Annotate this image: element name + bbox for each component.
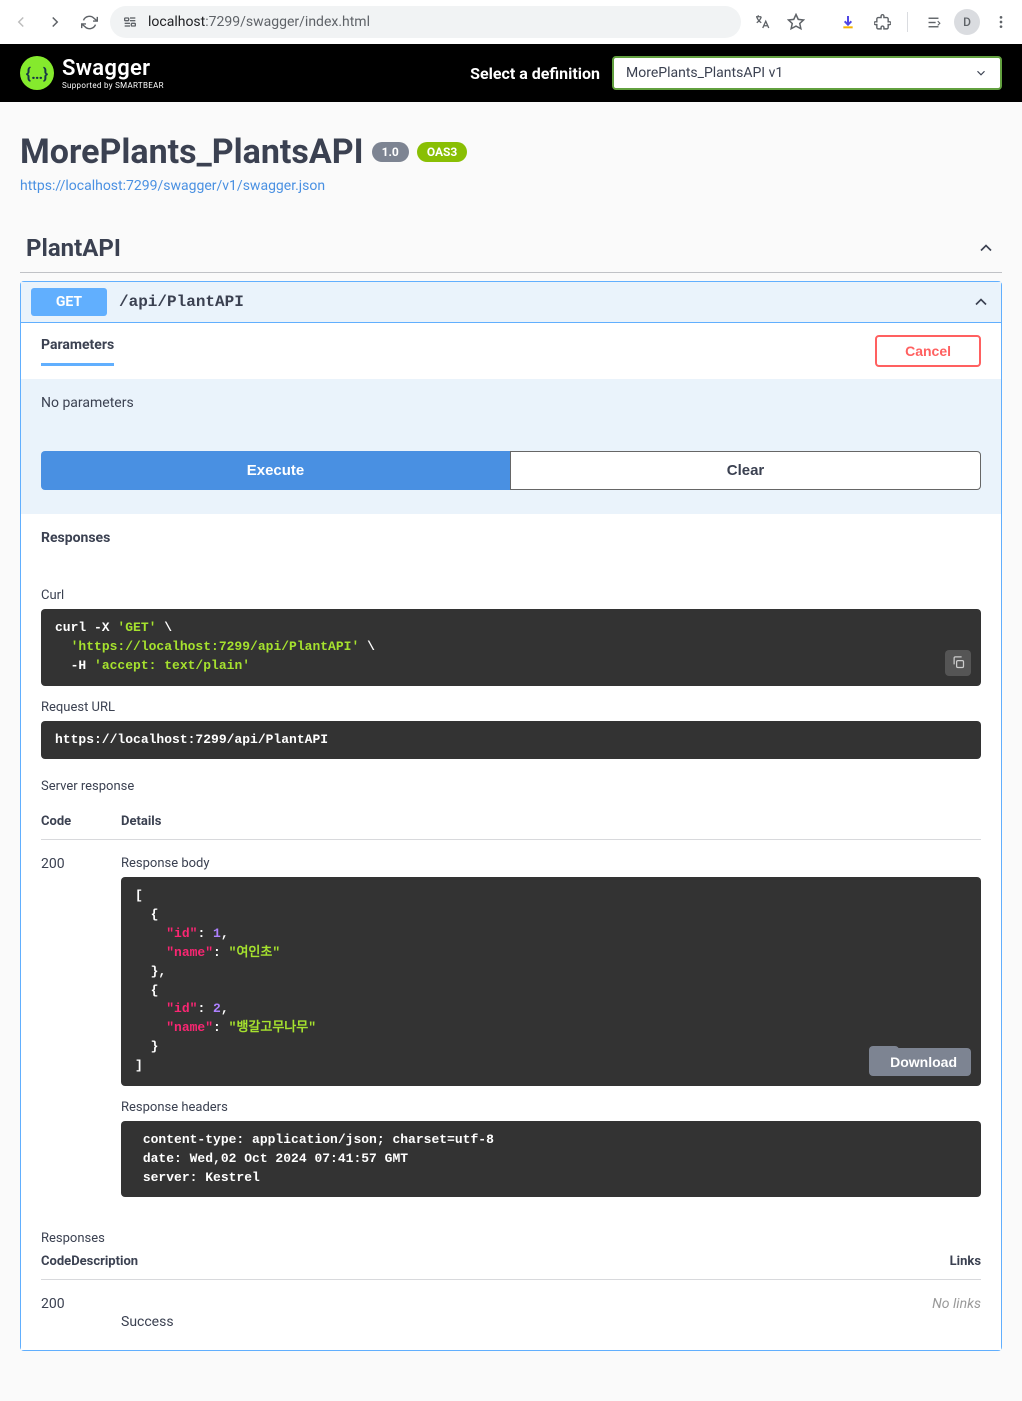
operation-summary[interactable]: GET /api/PlantAPI [21,282,1001,323]
forward-icon[interactable] [42,9,68,35]
response-body-block: [ { "id": 1, "name": "여인초" }, { "id": 2,… [121,877,981,1085]
curl-label: Curl [41,588,981,603]
swagger-logo-icon: {…} [20,56,54,90]
chevron-down-icon [974,66,988,80]
doc-status-code: 200 [41,1296,121,1330]
chevron-up-icon [976,238,996,258]
title-block: MorePlants_PlantsAPI 1.0 OAS3 https://lo… [20,132,1002,194]
request-url-label: Request URL [41,700,981,715]
swagger-logo: {…} Swagger Supported by SMARTBEAR [20,56,164,90]
definition-select-label: Select a definition [470,64,600,83]
definition-select-value: MorePlants_PlantsAPI v1 [626,65,783,81]
profile-avatar[interactable]: D [954,9,980,35]
response-body-label: Response body [121,856,981,871]
doc-links: No links [932,1296,981,1330]
description-column-head: Description [71,1254,138,1269]
site-settings-icon [122,14,138,30]
server-response-label: Server response [41,779,981,794]
api-title: MorePlants_PlantsAPI [20,132,364,172]
parameters-title: Parameters [41,337,114,366]
execute-button[interactable]: Execute [41,451,510,490]
translate-icon[interactable] [749,9,775,35]
documented-response-row: 200 Success No links [41,1280,981,1330]
chevron-up-icon [971,292,991,312]
curl-code-block: curl -X 'GET' \ 'https://localhost:7299/… [41,609,981,686]
browser-toolbar: localhost:7299/swagger/index.html D [0,0,1022,44]
back-icon[interactable] [8,9,34,35]
cancel-button[interactable]: Cancel [875,335,981,367]
copy-icon[interactable] [945,650,971,676]
live-response-section: Curl curl -X 'GET' \ 'https://localhost:… [21,562,1001,1217]
swagger-json-link[interactable]: https://localhost:7299/swagger/v1/swagge… [20,178,1002,194]
response-headers-label: Response headers [121,1100,981,1115]
doc-description: Success [121,1296,174,1330]
clear-button[interactable]: Clear [510,451,981,490]
separator [907,12,908,32]
url-text: localhost:7299/swagger/index.html [148,14,370,30]
status-code: 200 [41,856,121,1197]
parameters-body: No parameters Execute Clear [21,379,1001,514]
tag-name: PlantAPI [26,234,121,262]
documented-responses: Responses Code Description Links 200 Suc… [21,1231,1001,1350]
details-column-head: Details [121,814,161,829]
response-table-header: Code Details [41,814,981,840]
version-badge: 1.0 [372,142,409,162]
operation-block: GET /api/PlantAPI Parameters Cancel No p… [20,281,1002,1351]
code-column-head: Code [41,814,121,829]
swagger-byline: Supported by SMARTBEAR [62,81,164,90]
reload-icon[interactable] [76,9,102,35]
definition-select[interactable]: MorePlants_PlantsAPI v1 [612,56,1002,90]
side-panel-icon[interactable] [920,9,946,35]
no-parameters-text: No parameters [41,395,981,411]
response-row: 200 Response body [ { "id": 1, "name": "… [41,840,981,1197]
menu-dots-icon[interactable] [988,9,1014,35]
http-method-badge: GET [31,288,107,316]
page-content: MorePlants_PlantsAPI 1.0 OAS3 https://lo… [0,102,1022,1401]
swagger-header: {…} Swagger Supported by SMARTBEAR Selec… [0,44,1022,102]
code-column-head: Code [41,1254,71,1269]
bookmark-star-icon[interactable] [783,9,809,35]
links-column-head: Links [950,1254,981,1269]
download-indicator-icon[interactable] [835,9,861,35]
responses-title: Responses [21,514,1001,562]
response-headers-block: content-type: application/json; charset=… [121,1121,981,1198]
swagger-brand-text: Swagger [62,56,164,81]
endpoint-path: /api/PlantAPI [119,293,244,311]
extensions-icon[interactable] [869,9,895,35]
parameters-header: Parameters Cancel [21,323,1001,379]
download-button[interactable]: Download [876,1048,971,1076]
url-bar[interactable]: localhost:7299/swagger/index.html [110,6,741,38]
tag-header[interactable]: PlantAPI [20,224,1002,273]
oas-badge: OAS3 [417,142,468,162]
request-url-block: https://localhost:7299/api/PlantAPI [41,721,981,760]
responses-label: Responses [41,1231,981,1246]
